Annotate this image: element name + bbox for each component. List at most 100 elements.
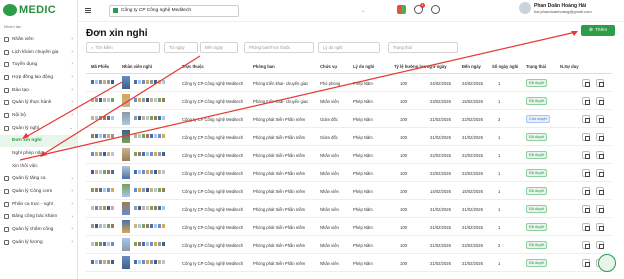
delete-icon[interactable] bbox=[596, 115, 604, 123]
edit-icon[interactable] bbox=[582, 79, 590, 87]
table-row[interactable]: Công ty CP Công nghệ Meditech Phòng phát … bbox=[86, 182, 612, 200]
cell-pos: Giám đốc bbox=[320, 135, 338, 140]
sidebar-item[interactable]: Quản lý thực hành › bbox=[0, 96, 77, 109]
chevron-icon: › bbox=[71, 226, 73, 233]
delete-icon[interactable] bbox=[596, 151, 604, 159]
edit-icon[interactable] bbox=[582, 115, 590, 123]
sidebar-item[interactable]: Nhân viên › bbox=[0, 33, 77, 46]
sidebar-item[interactable]: Quản lý nghỉ ⌄ bbox=[0, 122, 77, 135]
menu-item-label: Quản lý tăng ca bbox=[12, 176, 46, 182]
company-select-value: Công ty CP Công nghệ Meditech bbox=[121, 8, 192, 13]
sidebar-item[interactable]: Bảng công bác khám › bbox=[0, 211, 77, 224]
cell-rate: 100 bbox=[400, 243, 407, 248]
cell-reason: Phép Năm bbox=[353, 207, 373, 212]
chat-help-icon[interactable] bbox=[598, 254, 616, 272]
delete-icon[interactable] bbox=[596, 169, 604, 177]
cell-dept: Phòng phát triển Phần mềm bbox=[253, 243, 306, 248]
sidebar-item[interactable]: Đào tạo › bbox=[0, 84, 77, 97]
column-header: Nhân viên nghỉ bbox=[122, 64, 153, 69]
edit-icon[interactable] bbox=[582, 151, 590, 159]
edit-icon[interactable] bbox=[582, 223, 590, 231]
table-row[interactable]: Công ty CP Công nghệ Meditech Phòng triển… bbox=[86, 74, 612, 92]
cell-days: 1 bbox=[498, 99, 501, 104]
menu-item-icon bbox=[4, 227, 9, 233]
delete-icon[interactable] bbox=[596, 187, 604, 195]
sidebar-subitem[interactable]: Đơn xin nghỉ bbox=[0, 134, 77, 148]
status-placeholder: Trạng thái bbox=[393, 45, 412, 50]
department-select[interactable]: Phòng ban/Trực thuộc bbox=[244, 42, 314, 53]
cell-from: 22/02/2026 bbox=[430, 171, 451, 176]
cell-reason: Phép Năm bbox=[353, 117, 373, 122]
user-email: hai.phandoanhoang@gmail.com bbox=[534, 8, 592, 14]
sidebar-subitem[interactable]: Xin thôi việc bbox=[0, 160, 77, 173]
add-button[interactable]: ⊕ Thêm bbox=[581, 25, 615, 36]
menu-item-label: Hợp đồng lao động bbox=[12, 74, 54, 80]
edit-icon[interactable] bbox=[582, 259, 590, 267]
sidebar-item[interactable]: Phân ca trực - nghỉ › bbox=[0, 198, 77, 211]
reason-select[interactable]: Lý do nghỉ bbox=[318, 42, 380, 53]
cell-reason: Phép Năm bbox=[353, 99, 373, 104]
delete-icon[interactable] bbox=[596, 223, 604, 231]
table-row[interactable]: Công ty CP Công nghệ Meditech Phòng phát … bbox=[86, 236, 612, 254]
gear-icon[interactable] bbox=[431, 5, 440, 14]
company-select[interactable]: Công ty CP Công nghệ Meditech ⌄ bbox=[109, 4, 365, 17]
sidebar-item[interactable]: Quản lý lương › bbox=[0, 236, 77, 249]
redacted-name bbox=[134, 152, 166, 157]
sidebar-item[interactable]: Hợp đồng lao động › bbox=[0, 71, 77, 84]
column-header: Trạng thái bbox=[526, 64, 547, 69]
sidebar-section-title: Nhóm tác bbox=[4, 24, 22, 29]
status-badge: Đã duyệt bbox=[526, 169, 548, 177]
delete-icon[interactable] bbox=[596, 205, 604, 213]
edit-icon[interactable] bbox=[582, 169, 590, 177]
sidebar-item[interactable]: Tuyển dụng › bbox=[0, 58, 77, 71]
search-input[interactable]: ⌕ Tìm kiếm bbox=[86, 42, 160, 53]
user-menu[interactable]: Phan Doãn Hoàng Hải hai.phandoanhoang@gm… bbox=[519, 2, 592, 14]
apps-grid-icon[interactable] bbox=[397, 5, 406, 14]
sidebar-item[interactable]: Quản lý chấm công › bbox=[0, 223, 77, 236]
menu-item-icon bbox=[4, 100, 9, 106]
chevron-icon: › bbox=[71, 61, 73, 68]
cell-from: 21/02/2026 bbox=[430, 261, 451, 266]
bell-icon[interactable]: 1 bbox=[414, 3, 425, 14]
table-row[interactable]: Công ty CP Công nghệ Meditech Phòng phát … bbox=[86, 146, 612, 164]
delete-icon[interactable] bbox=[596, 79, 604, 87]
employee-avatar bbox=[122, 148, 130, 161]
edit-icon[interactable] bbox=[582, 187, 590, 195]
table-row[interactable]: Công ty CP Công nghệ Meditech Phòng phát … bbox=[86, 128, 612, 146]
logo-mark-icon bbox=[3, 4, 17, 16]
table-row[interactable]: Công ty CP Công nghệ Meditech Phòng phát … bbox=[86, 200, 612, 218]
plus-circle-icon: ⊕ bbox=[588, 28, 593, 33]
edit-icon[interactable] bbox=[582, 205, 590, 213]
table-row[interactable]: Công ty CP Công nghệ Meditech Phòng phát … bbox=[86, 218, 612, 236]
table-row[interactable]: Công ty CP Công nghệ Meditech Phòng phát … bbox=[86, 254, 612, 272]
edit-icon[interactable] bbox=[582, 133, 590, 141]
edit-icon[interactable] bbox=[582, 241, 590, 249]
delete-icon[interactable] bbox=[596, 97, 604, 105]
cell-org: Công ty CP Công nghệ Meditech bbox=[182, 207, 244, 212]
status-select[interactable]: Trạng thái bbox=[388, 42, 458, 53]
from-date-input[interactable]: Từ ngày bbox=[164, 42, 198, 53]
table-row[interactable]: Công ty CP Công nghệ Meditech Phòng triển… bbox=[86, 92, 612, 110]
delete-icon[interactable] bbox=[596, 241, 604, 249]
cell-from: 21/02/2026 bbox=[430, 135, 451, 140]
employee-avatar bbox=[122, 184, 130, 197]
logo[interactable]: MEDIC bbox=[0, 0, 77, 20]
cell-org: Công ty CP Công nghệ Meditech bbox=[182, 189, 244, 194]
edit-icon[interactable] bbox=[582, 97, 590, 105]
table-row[interactable]: Công ty CP Công nghệ Meditech Phòng phát … bbox=[86, 164, 612, 182]
delete-icon[interactable] bbox=[596, 133, 604, 141]
menu-toggle-icon[interactable] bbox=[85, 8, 91, 13]
cell-from: 21/02/2026 bbox=[430, 207, 451, 212]
redacted-name bbox=[134, 242, 166, 247]
sidebar-item[interactable]: Nội bộ › bbox=[0, 109, 77, 122]
cell-from: 21/02/2026 bbox=[430, 117, 451, 122]
to-date-input[interactable]: Đến ngày bbox=[200, 42, 238, 53]
sidebar-subitem[interactable]: Nghỉ phép năm bbox=[0, 147, 77, 160]
redacted-code bbox=[91, 170, 115, 175]
sidebar-item[interactable]: Quản lý Công cơm › bbox=[0, 185, 77, 198]
sidebar-item[interactable]: Lịch khám chuyên gia › bbox=[0, 46, 77, 59]
sidebar-item[interactable]: Quản lý tăng ca › bbox=[0, 173, 77, 186]
table-row[interactable]: Công ty CP Công nghệ Meditech Phòng phát … bbox=[86, 110, 612, 128]
cell-reason: Phép Năm bbox=[353, 189, 373, 194]
search-placeholder: Tìm kiếm bbox=[95, 45, 113, 50]
